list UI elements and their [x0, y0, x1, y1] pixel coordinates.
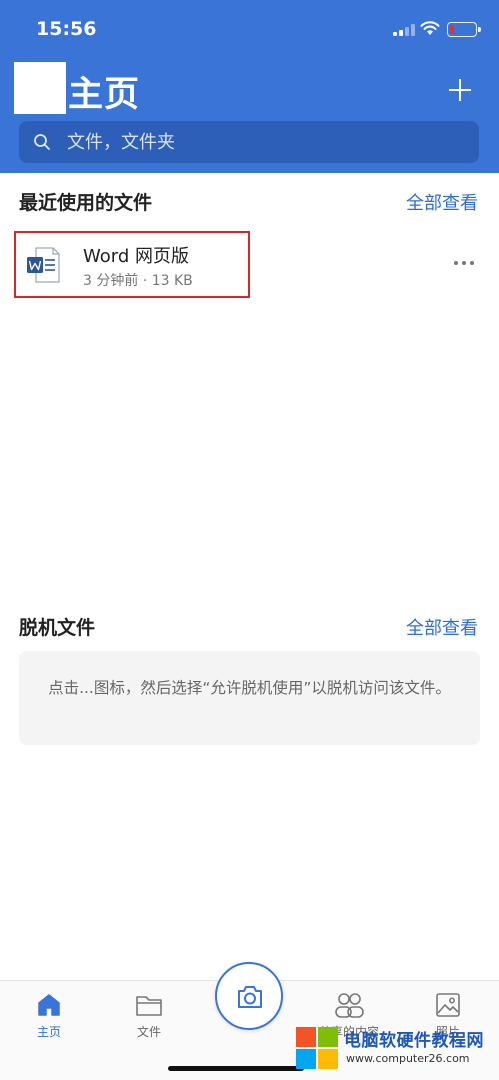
- more-options-icon[interactable]: [450, 257, 478, 269]
- offline-see-all-link[interactable]: 全部查看: [406, 614, 478, 640]
- recent-files-title: 最近使用的文件: [19, 192, 153, 214]
- tab-home-label: 主页: [36, 1025, 61, 1039]
- camera-icon: [238, 986, 262, 1008]
- search-bar[interactable]: [19, 121, 479, 163]
- page-title: 主页: [68, 75, 141, 115]
- avatar[interactable]: [14, 62, 66, 114]
- search-icon: [34, 134, 50, 150]
- tab-files-label: 文件: [136, 1025, 161, 1039]
- watermark-title: 电脑软硬件教程网: [344, 1031, 484, 1051]
- watermark: 电脑软硬件教程网 www.computer26.com: [296, 1023, 499, 1075]
- watermark-url: www.computer26.com: [346, 1052, 470, 1065]
- add-button[interactable]: [444, 74, 476, 106]
- offline-message: 点击...图标，然后选择“允许脱机使用”以脱机访问该文件。: [48, 679, 451, 697]
- word-icon: [27, 247, 60, 283]
- home-icon: [38, 994, 60, 1016]
- windows-logo-icon: [296, 1027, 340, 1071]
- camera-button[interactable]: [215, 962, 283, 1030]
- app-header: 15:56 主页: [0, 0, 499, 173]
- battery-icon: [447, 22, 481, 37]
- people-icon: [335, 993, 364, 1018]
- status-time: 15:56: [36, 18, 97, 40]
- recent-file-item[interactable]: Word 网页版 3 分钟前 · 13 KB: [14, 231, 250, 298]
- offline-empty-card: 点击...图标，然后选择“允许脱机使用”以脱机访问该文件。: [19, 651, 480, 745]
- wifi-icon: [420, 21, 440, 35]
- home-indicator: [168, 1066, 304, 1071]
- file-name: Word 网页版: [83, 246, 189, 267]
- search-input[interactable]: [67, 121, 467, 163]
- offline-files-title: 脱机文件: [19, 617, 96, 639]
- cellular-signal-icon: [393, 24, 415, 36]
- folder-icon: [136, 996, 162, 1016]
- tab-files[interactable]: 文件: [114, 991, 184, 1051]
- file-meta: 3 分钟前 · 13 KB: [83, 273, 193, 289]
- recent-see-all-link[interactable]: 全部查看: [406, 189, 478, 215]
- photo-icon: [436, 993, 460, 1017]
- tab-home[interactable]: 主页: [14, 991, 84, 1051]
